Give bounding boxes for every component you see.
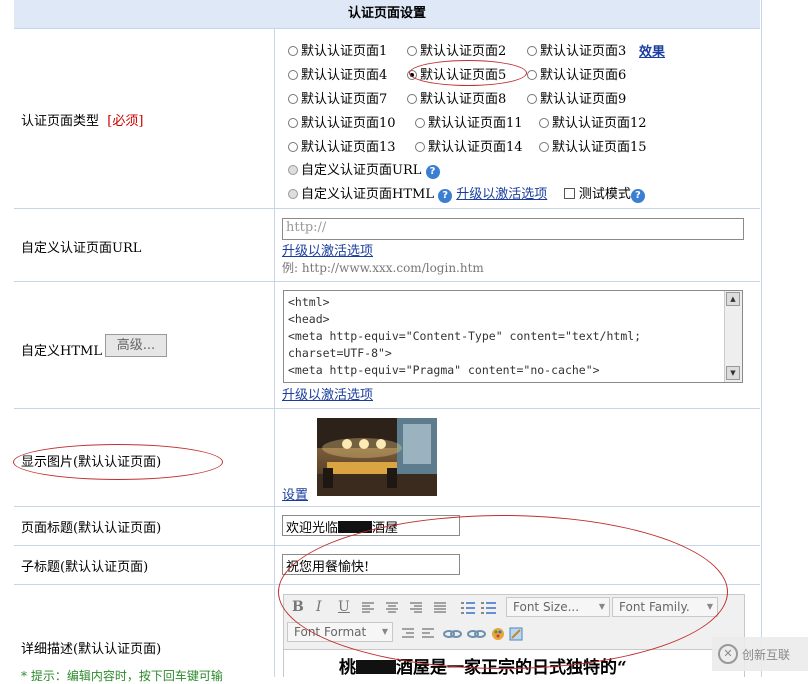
required-marker: [必须] bbox=[107, 114, 144, 129]
help-icon[interactable]: ? bbox=[438, 189, 453, 203]
help-icon[interactable]: ? bbox=[630, 189, 645, 203]
custom-url-input[interactable]: http:// bbox=[282, 218, 744, 240]
radio-button[interactable] bbox=[288, 70, 298, 80]
subtitle-label-cell: 子标题(默认认证页面) bbox=[14, 546, 275, 585]
set-image-link[interactable]: 设置 bbox=[282, 484, 308, 503]
page-type-option[interactable]: 默认认证页面13 bbox=[288, 136, 396, 155]
page-type-option[interactable]: 默认认证页面6 bbox=[527, 64, 626, 83]
page-type-option-label: 默认认证页面10 bbox=[301, 116, 396, 131]
title-label-cell: 页面标题(默认认证页面) bbox=[14, 507, 275, 546]
title-label: 页面标题(默认认证页面) bbox=[21, 521, 162, 536]
annotation-ellipse bbox=[13, 444, 223, 480]
radio-button[interactable] bbox=[288, 46, 298, 56]
redaction-mark bbox=[356, 660, 396, 674]
type-label: 认证页面类型 [必须] bbox=[21, 114, 144, 129]
desc-label-cell: 详细描述(默认认证页面) * 提示：编辑内容时，按下回车键可输 bbox=[14, 585, 275, 683]
radio-button[interactable] bbox=[527, 94, 537, 104]
watermark: ✕ 创新互联 bbox=[712, 637, 808, 671]
test-mode-label: 测试模式 bbox=[578, 187, 631, 202]
watermark-text: 创新互联 bbox=[742, 648, 791, 662]
radio-custom-html[interactable] bbox=[288, 189, 298, 199]
radio-custom-url[interactable] bbox=[288, 165, 298, 175]
page-type-option-label: 默认认证页面4 bbox=[301, 68, 388, 83]
html-code: <html> <head> <meta http-equiv="Content-… bbox=[288, 295, 642, 377]
page-type-option[interactable]: 默认认证页面4 bbox=[288, 64, 387, 83]
radio-button[interactable] bbox=[407, 94, 417, 104]
radio-button[interactable] bbox=[415, 118, 425, 128]
effect-link[interactable]: 效果 bbox=[639, 41, 665, 60]
radio-button[interactable] bbox=[527, 70, 537, 80]
url-label-cell: 自定义认证页面URL bbox=[14, 209, 275, 282]
preview-image bbox=[317, 418, 437, 496]
textarea-scrollbar[interactable]: ▲ ▼ bbox=[724, 291, 742, 382]
desc-hint: * 提示：编辑内容时，按下回车键可输 bbox=[21, 669, 223, 683]
radio-button[interactable] bbox=[288, 94, 298, 104]
page-type-option[interactable]: 默认认证页面11 bbox=[415, 112, 523, 131]
scroll-down-icon[interactable]: ▼ bbox=[726, 366, 740, 380]
page-type-option[interactable]: 默认认证页面3 bbox=[527, 40, 626, 59]
section-title: 认证页面设置 bbox=[347, 6, 426, 21]
radio-button[interactable] bbox=[527, 46, 537, 56]
page-type-option-label: 默认认证页面9 bbox=[540, 92, 627, 107]
option-custom-url[interactable]: 自定义认证页面URL ? bbox=[288, 159, 440, 179]
page-type-option[interactable]: 默认认证页面12 bbox=[539, 112, 647, 131]
page-type-option-label: 默认认证页面2 bbox=[420, 44, 507, 59]
option-custom-html[interactable]: 自定义认证页面HTML ? 升级以激活选项 测试模式? bbox=[288, 183, 645, 203]
annotation-ellipse bbox=[409, 60, 527, 86]
radio-button[interactable] bbox=[539, 118, 549, 128]
section-header: 认证页面设置 bbox=[14, 0, 760, 29]
page-type-option[interactable]: 默认认证页面15 bbox=[539, 136, 647, 155]
type-label-cell: 认证页面类型 [必须] bbox=[14, 29, 275, 209]
page-type-option-label: 默认认证页面11 bbox=[428, 116, 523, 131]
url-example: 例: http://www.xxx.com/login.htm bbox=[282, 261, 484, 275]
page-type-option[interactable]: 默认认证页面10 bbox=[288, 112, 396, 131]
custom-html-textarea[interactable]: <html> <head> <meta http-equiv="Content-… bbox=[283, 290, 743, 383]
page-type-option-label: 默认认证页面3 bbox=[540, 44, 627, 59]
upgrade-link[interactable]: 升级以激活选项 bbox=[282, 384, 373, 403]
page-type-option-label: 默认认证页面14 bbox=[428, 140, 523, 155]
page-type-option-label: 默认认证页面7 bbox=[301, 92, 388, 107]
html-label: 自定义HTML bbox=[21, 344, 102, 359]
annotation-ellipse bbox=[278, 515, 728, 669]
desc-label: 详细描述(默认认证页面) bbox=[21, 642, 162, 657]
radio-button[interactable] bbox=[415, 142, 425, 152]
radio-button[interactable] bbox=[407, 46, 417, 56]
scroll-up-icon[interactable]: ▲ bbox=[726, 292, 740, 306]
page-type-option-label: 默认认证页面15 bbox=[552, 140, 647, 155]
radio-button[interactable] bbox=[288, 142, 298, 152]
page-type-option-label: 默认认证页面8 bbox=[420, 92, 507, 107]
radio-button[interactable] bbox=[539, 142, 549, 152]
upgrade-link[interactable]: 升级以激活选项 bbox=[456, 187, 547, 202]
page-type-option[interactable]: 默认认证页面2 bbox=[407, 40, 506, 59]
page-type-option-label: 默认认证页面1 bbox=[301, 44, 388, 59]
page-type-option[interactable]: 默认认证页面8 bbox=[407, 88, 506, 107]
radio-button[interactable] bbox=[288, 118, 298, 128]
url-label: 自定义认证页面URL bbox=[21, 241, 142, 256]
watermark-logo-icon: ✕ bbox=[718, 644, 738, 664]
page-type-option-label: 默认认证页面6 bbox=[540, 68, 627, 83]
advanced-button[interactable]: 高级... bbox=[105, 334, 167, 357]
page-type-option[interactable]: 默认认证页面1 bbox=[288, 40, 387, 59]
page-type-option[interactable]: 默认认证页面14 bbox=[415, 136, 523, 155]
page-type-option[interactable]: 默认认证页面9 bbox=[527, 88, 626, 107]
page-type-option-label: 默认认证页面12 bbox=[552, 116, 647, 131]
subtitle-label: 子标题(默认认证页面) bbox=[21, 560, 149, 575]
upgrade-link[interactable]: 升级以激活选项 bbox=[282, 240, 373, 259]
page-type-option-label: 默认认证页面13 bbox=[301, 140, 396, 155]
page-type-option[interactable]: 默认认证页面7 bbox=[288, 88, 387, 107]
test-mode-checkbox[interactable] bbox=[563, 188, 575, 199]
help-icon[interactable]: ? bbox=[425, 165, 440, 179]
